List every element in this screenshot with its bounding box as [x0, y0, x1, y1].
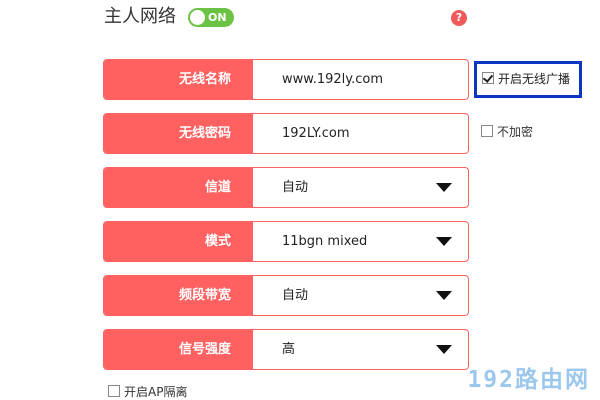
ap-isolation-label: 开启AP隔离 — [124, 385, 188, 399]
signal-strength-label: 信号强度 — [104, 330, 253, 369]
mode-select[interactable]: 模式 11bgn mixed — [103, 221, 469, 262]
no-encryption-checkbox[interactable] — [481, 125, 493, 137]
dropdown-arrow-icon[interactable] — [436, 291, 452, 300]
password-row: 无线密码 192LY.com — [103, 113, 469, 154]
channel-value: 自动 — [282, 180, 309, 195]
channel-select[interactable]: 信道 自动 — [103, 167, 469, 208]
ap-isolation-checkbox[interactable] — [108, 385, 120, 397]
ssid-row: 无线名称 www.192ly.com — [103, 59, 469, 100]
dropdown-arrow-icon[interactable] — [436, 183, 452, 192]
broadcast-ssid-label: 开启无线广播 — [498, 72, 571, 86]
ssid-input[interactable]: www.192ly.com — [282, 60, 383, 99]
wireless-settings-page: 主人网络 ON ? 无线名称 www.192ly.com 无线密码 192LY.… — [0, 0, 600, 400]
question-circle-icon[interactable]: ? — [451, 10, 467, 26]
channel-label: 信道 — [104, 168, 253, 207]
toggle-label: ON — [208, 11, 227, 24]
page-title: 主人网络 — [104, 6, 176, 27]
signal-strength-value: 高 — [282, 342, 296, 357]
ssid-label: 无线名称 — [104, 60, 253, 99]
broadcast-ssid-option[interactable]: 开启无线广播 — [474, 61, 582, 98]
signal-strength-select[interactable]: 信号强度 高 — [103, 329, 469, 370]
ap-isolation-option[interactable]: 开启AP隔离 — [108, 385, 187, 399]
bandwidth-select[interactable]: 频段带宽 自动 — [103, 275, 469, 316]
no-encryption-option[interactable]: 不加密 — [481, 125, 533, 139]
password-label: 无线密码 — [104, 114, 253, 153]
host-network-toggle[interactable]: ON — [188, 8, 234, 27]
bandwidth-value: 自动 — [282, 288, 309, 303]
dropdown-arrow-icon[interactable] — [436, 345, 452, 354]
mode-label: 模式 — [104, 222, 253, 261]
bandwidth-label: 频段带宽 — [104, 276, 253, 315]
password-input[interactable]: 192LY.com — [282, 114, 350, 153]
toggle-knob — [190, 10, 205, 25]
broadcast-ssid-checkbox[interactable] — [482, 72, 494, 84]
mode-value: 11bgn mixed — [282, 234, 368, 249]
dropdown-arrow-icon[interactable] — [436, 237, 452, 246]
site-watermark: 192路由网 — [467, 367, 590, 393]
no-encryption-label: 不加密 — [497, 125, 534, 139]
